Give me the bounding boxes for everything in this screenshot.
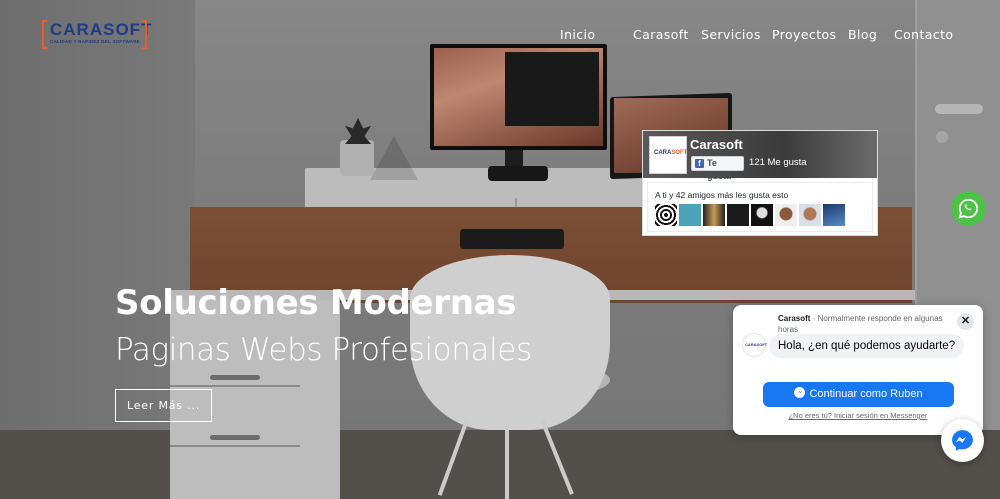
chat-greeting-bubble: Hola, ¿en qué podemos ayudarte? bbox=[769, 334, 965, 358]
messenger-chat-popup: CARASOFT Carasoft · Normalmente responde… bbox=[733, 305, 983, 435]
friend-avatar[interactable] bbox=[679, 204, 701, 226]
close-icon: ✕ bbox=[960, 315, 971, 327]
facebook-page-name[interactable]: Carasoft bbox=[690, 137, 743, 152]
logo-tagline: CALIDAD Y RAPIDEZ DEL SOFTWARE bbox=[50, 39, 140, 44]
facebook-f-icon: f bbox=[695, 159, 704, 168]
whatsapp-button[interactable] bbox=[951, 191, 986, 226]
nav-item-inicio[interactable]: Inicio bbox=[560, 27, 595, 42]
continue-as-button[interactable]: Continuar como Ruben bbox=[763, 382, 954, 407]
read-more-button[interactable]: Leer Más ... bbox=[115, 389, 212, 422]
logo-text: CARASOFT bbox=[50, 20, 153, 39]
chat-close-button[interactable]: ✕ bbox=[957, 313, 974, 330]
chat-header: Carasoft · Normalmente responde en algun… bbox=[778, 313, 953, 335]
logo-bracket-left bbox=[42, 20, 47, 49]
nav-item-servicios[interactable]: Servicios bbox=[701, 27, 761, 42]
messenger-icon bbox=[794, 387, 806, 398]
facebook-page-widget: CARASOFT Carasoft f Te gusta 121 Me gust… bbox=[642, 130, 878, 236]
friend-avatar[interactable] bbox=[751, 204, 773, 226]
facebook-friends-box: A ti y 42 amigos más les gusta esto bbox=[647, 182, 873, 232]
nav-item-carasoft[interactable]: Carasoft bbox=[633, 27, 689, 42]
switch-account-link[interactable]: ¿No eres tú? Iniciar sesión en Messenger bbox=[733, 411, 983, 420]
continue-as-label: Continuar como Ruben bbox=[809, 388, 923, 400]
site-logo[interactable]: CARASOFT CALIDAD Y RAPIDEZ DEL SOFTWARE bbox=[42, 20, 151, 49]
nav-item-contacto[interactable]: Contacto bbox=[894, 27, 953, 42]
avatar-logo: CARASOFT bbox=[745, 342, 768, 347]
facebook-cover[interactable]: CARASOFT Carasoft f Te gusta 121 Me gust… bbox=[643, 131, 877, 181]
messenger-icon bbox=[952, 430, 973, 451]
whatsapp-icon bbox=[958, 198, 978, 219]
friend-avatar[interactable] bbox=[655, 204, 677, 226]
nav-item-blog[interactable]: Blog bbox=[848, 27, 877, 42]
hero-title: Soluciones Modernas bbox=[115, 283, 517, 323]
logo-bracket-right bbox=[142, 20, 147, 49]
chat-page-name: Carasoft bbox=[778, 314, 811, 323]
friend-avatar[interactable] bbox=[799, 204, 821, 226]
chat-page-avatar: CARASOFT bbox=[742, 333, 768, 357]
nav-item-proyectos[interactable]: Proyectos bbox=[772, 27, 836, 42]
facebook-like-count: 121 Me gusta bbox=[749, 157, 807, 168]
friend-avatar[interactable] bbox=[727, 204, 749, 226]
facebook-page-thumbnail[interactable]: CARASOFT bbox=[649, 136, 687, 174]
messenger-chat-button[interactable] bbox=[941, 419, 984, 462]
hero-subtitle: Paginas Webs Profesionales bbox=[115, 332, 532, 368]
friend-avatar[interactable] bbox=[703, 204, 725, 226]
like-button-label: Te gusta bbox=[707, 158, 732, 181]
friend-avatar[interactable] bbox=[775, 204, 797, 226]
facebook-like-button[interactable]: f Te gusta bbox=[691, 156, 744, 181]
facebook-friends-text: A ti y 42 amigos más les gusta esto bbox=[655, 190, 789, 200]
friend-avatar[interactable] bbox=[823, 204, 845, 226]
thumbnail-logo: CARASOFT bbox=[654, 150, 688, 156]
